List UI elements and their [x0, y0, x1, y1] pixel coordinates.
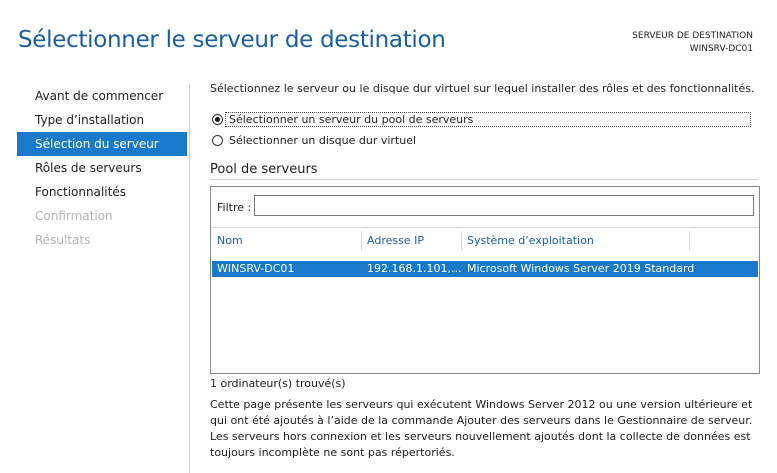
radio-unchecked-icon[interactable] — [212, 134, 223, 146]
destination-server-name: WINSRV-DC01 — [689, 44, 753, 54]
column-header-os[interactable]: Système d’exploitation — [467, 234, 594, 247]
table-row-selected[interactable]: WINSRV-DC01 192.168.1.101,... Microsoft … — [212, 261, 758, 277]
radio-virtual-disk-label: Sélectionner un disque dur virtuel — [229, 133, 417, 147]
radio-checked-icon[interactable] — [212, 113, 223, 125]
cell-ip-address: 192.168.1.101,... — [367, 262, 462, 275]
nav-step-before-you-begin[interactable]: Avant de commencer — [17, 84, 187, 108]
column-separator[interactable] — [689, 231, 690, 251]
column-header-name[interactable]: Nom — [217, 234, 243, 247]
radio-virtual-disk[interactable]: Sélectionner un disque dur virtuel — [212, 132, 416, 148]
nav-step-results: Résultats — [35, 233, 91, 247]
radio-server-pool[interactable]: Sélectionner un serveur du pool de serve… — [212, 111, 473, 127]
wizard-steps-nav: Avant de commencer Type d’installation S… — [17, 84, 187, 252]
column-separator[interactable] — [461, 231, 462, 251]
filter-input[interactable] — [254, 195, 754, 216]
description-text: Cette page présente les serveurs qui exé… — [210, 398, 753, 459]
page-title: Sélectionner le serveur de destination — [18, 27, 446, 53]
nav-step-confirmation: Confirmation — [35, 209, 113, 223]
cell-server-name: WINSRV-DC01 — [217, 262, 295, 275]
destination-server-info: SERVEUR DE DESTINATION WINSRV-DC01 — [632, 30, 753, 56]
nav-step-server-roles[interactable]: Rôles de serveurs — [17, 156, 187, 180]
filter-label: Filtre : — [217, 201, 252, 214]
intro-text: Sélectionnez le serveur ou le disque dur… — [210, 82, 755, 95]
column-separator[interactable] — [361, 231, 362, 251]
radio-server-pool-label: Sélectionner un serveur du pool de serve… — [229, 112, 474, 126]
destination-label: SERVEUR DE DESTINATION — [632, 31, 753, 41]
filter-bar: Filtre : — [211, 187, 759, 228]
cell-operating-system: Microsoft Windows Server 2019 Standard — [467, 262, 695, 275]
column-header-ip[interactable]: Adresse IP — [367, 234, 424, 247]
server-pool-panel: Filtre : Nom Adresse IP Système d’exploi… — [210, 186, 760, 374]
pool-section-title: Pool de serveurs — [210, 162, 318, 177]
section-divider — [210, 179, 758, 180]
nav-step-server-selection[interactable]: Sélection du serveur — [17, 132, 187, 156]
found-count: 1 ordinateur(s) trouvé(s) — [210, 377, 346, 390]
nav-divider — [189, 84, 190, 473]
nav-step-features[interactable]: Fonctionnalités — [17, 180, 187, 204]
nav-step-installation-type[interactable]: Type d’installation — [17, 108, 187, 132]
